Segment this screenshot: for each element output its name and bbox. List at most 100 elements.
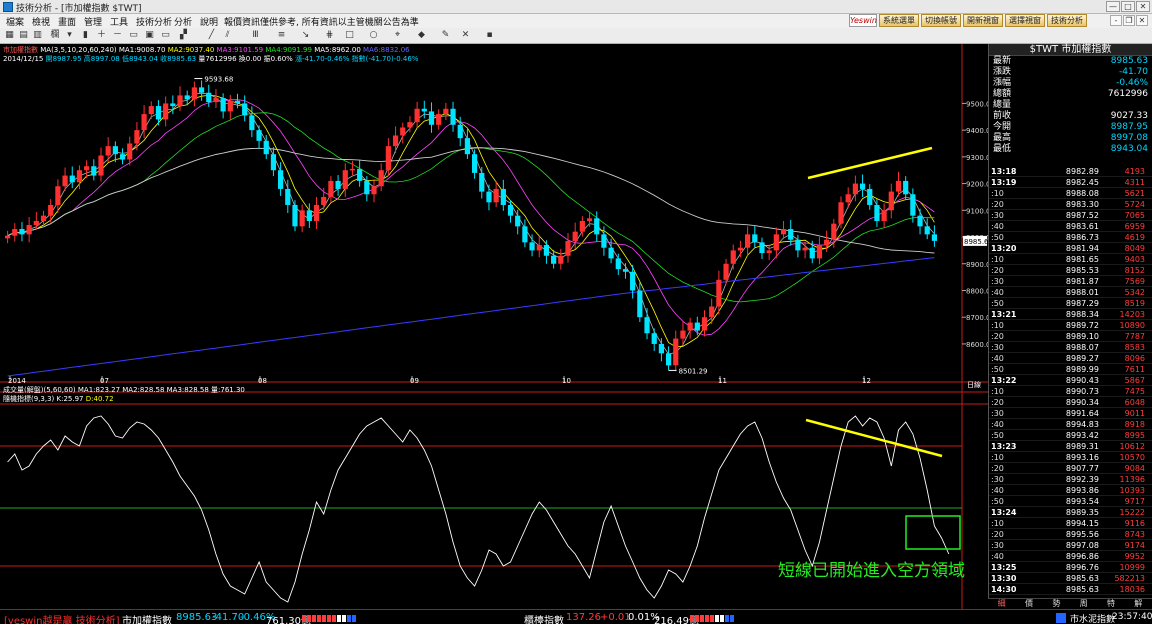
mdi-close-button[interactable]: ✕ — [1136, 15, 1148, 26]
menu-screen[interactable]: 畫面 — [58, 15, 76, 28]
fibonacci-icon[interactable]: ⋕ — [324, 30, 335, 41]
grid-icon[interactable]: ▦ — [4, 30, 15, 41]
grid-lines-icon[interactable]: Ⅲ — [250, 30, 261, 41]
tick-row[interactable]: :20 8995.56 8743 — [989, 529, 1152, 540]
menu-technical[interactable]: 技術分析 — [136, 15, 172, 28]
tick-row[interactable]: 13:23 8989.31 10612 — [989, 441, 1152, 452]
tick-row[interactable]: :20 8985.53 8152 — [989, 265, 1152, 276]
eraser-tool-icon[interactable]: ✕ — [460, 30, 471, 41]
tick-row[interactable]: :50 8993.42 8995 — [989, 430, 1152, 441]
tick-row[interactable]: 13:20 8981.94 8049 — [989, 243, 1152, 254]
line-tool-icon[interactable]: ╱ — [206, 30, 217, 41]
tick-row[interactable]: 13:30 8985.63 582213 — [989, 573, 1152, 584]
tick-row[interactable]: :30 8988.07 8583 — [989, 342, 1152, 353]
tick-row[interactable]: 14:30 8985.63 18036 — [989, 584, 1152, 595]
new-window-button[interactable]: 開新視窗 — [963, 14, 1003, 27]
tick-row[interactable]: :20 8990.34 6048 — [989, 397, 1152, 408]
menu-help[interactable]: 說明 — [200, 15, 218, 28]
tick-row[interactable]: :40 8983.61 6959 — [989, 221, 1152, 232]
text-tool-icon[interactable]: ≡ — [276, 30, 287, 41]
technical-analysis-button[interactable]: 技術分析 — [1047, 14, 1087, 27]
tick-row[interactable]: 13:24 8989.35 15222 — [989, 507, 1152, 518]
menu-manage[interactable]: 管理 — [84, 15, 102, 28]
candle-body — [895, 180, 902, 192]
arrow-tool-icon[interactable]: ↘ — [300, 30, 311, 41]
chart-icon[interactable]: ▥ — [32, 30, 43, 41]
select-window-button[interactable]: 選擇視窗 — [1005, 14, 1045, 27]
tick-volume: 4311 — [1124, 178, 1145, 187]
toolbar: ▦ ▤ ▥ 欄 ▾ ▮ ＋ － ▭ ▣ ▭ ▞ ╱ ⫽ Ⅲ ≡ ↘ ⋕ □ ○ … — [0, 28, 1152, 44]
tick-row[interactable]: 13:25 8996.76 10999 — [989, 562, 1152, 573]
tick-row[interactable]: :10 8993.16 10570 — [989, 452, 1152, 463]
quote-row: 最新 8985.63 — [989, 56, 1152, 67]
zoom-out-icon[interactable]: － — [112, 30, 123, 41]
tick-row[interactable]: :10 8988.08 5621 — [989, 188, 1152, 199]
maximize-button[interactable]: □ — [1121, 1, 1135, 12]
tick-row[interactable]: :40 8988.01 5342 — [989, 287, 1152, 298]
menu-file[interactable]: 檔案 — [6, 15, 24, 28]
candle-body — [76, 170, 83, 183]
menu-view[interactable]: 檢視 — [32, 15, 50, 28]
tick-row[interactable]: :50 8987.29 8519 — [989, 298, 1152, 309]
table-icon[interactable]: ▤ — [18, 30, 29, 41]
chevron-down-icon[interactable]: ▾ — [64, 30, 75, 41]
window-icon-3[interactable]: ▭ — [160, 30, 171, 41]
circle-tool-icon[interactable]: ○ — [368, 30, 379, 41]
draw-icon[interactable]: ▞ — [178, 30, 189, 41]
tick-row[interactable]: :40 8993.86 10393 — [989, 485, 1152, 496]
parallel-tool-icon[interactable]: ⫽ — [222, 30, 233, 41]
tick-row[interactable]: :10 8989.72 10890 — [989, 320, 1152, 331]
menu-analysis[interactable]: 分析 — [174, 15, 192, 28]
period-select[interactable]: 欄 — [48, 30, 62, 41]
tick-row[interactable]: :30 8981.87 7569 — [989, 276, 1152, 287]
menu-tools[interactable]: 工具 — [110, 15, 128, 28]
tick-row[interactable]: :30 8991.64 9011 — [989, 408, 1152, 419]
switch-account-button[interactable]: 切換帳號 — [921, 14, 961, 27]
tick-row[interactable]: :20 8907.77 9084 — [989, 463, 1152, 474]
tick-row[interactable]: :40 8994.83 8918 — [989, 419, 1152, 430]
tick-row[interactable]: 13:18 8982.89 4193 — [989, 166, 1152, 177]
tick-row[interactable]: 13:19 8982.45 4311 — [989, 177, 1152, 188]
tick-row[interactable]: 13:21 8988.34 14203 — [989, 309, 1152, 320]
tick-row[interactable]: :50 8986.73 4619 — [989, 232, 1152, 243]
quote-tab[interactable]: 解 — [1125, 599, 1152, 609]
tick-row[interactable]: :40 8996.86 9952 — [989, 551, 1152, 562]
close-button[interactable]: ✕ — [1136, 1, 1150, 12]
candle-body — [759, 242, 765, 254]
rect-tool-icon[interactable]: □ — [344, 30, 355, 41]
candlestick-chart[interactable]: 9500.09400.09300.09200.09100.09000.08900… — [0, 44, 988, 609]
quote-tab[interactable]: 特 — [1097, 599, 1124, 609]
tick-row[interactable]: :20 8983.30 5724 — [989, 199, 1152, 210]
tick-row[interactable]: 13:22 8990.43 5867 — [989, 375, 1152, 386]
pen-tool-icon[interactable]: ✎ — [440, 30, 451, 41]
tick-row[interactable]: :30 8992.39 11396 — [989, 474, 1152, 485]
save-icon[interactable]: ▪ — [484, 30, 495, 41]
tick-row[interactable]: :10 8994.15 9116 — [989, 518, 1152, 529]
mdi-restore-button[interactable]: ❐ — [1123, 15, 1135, 26]
chart-area[interactable]: 9500.09400.09300.09200.09100.09000.08900… — [0, 44, 988, 609]
tick-row[interactable]: :20 8989.10 7787 — [989, 331, 1152, 342]
candle-icon[interactable]: ▮ — [80, 30, 91, 41]
tick-row[interactable]: :30 8987.52 7065 — [989, 210, 1152, 221]
tick-row[interactable]: :40 8989.27 8096 — [989, 353, 1152, 364]
marker-tool-icon[interactable]: ◆ — [416, 30, 427, 41]
cursor-tool-icon[interactable]: ⌖ — [392, 30, 403, 41]
quote-tab[interactable]: 價 — [1015, 599, 1042, 609]
mdi-minimize-button[interactable]: - — [1110, 15, 1122, 26]
tick-row[interactable]: :10 8981.65 9403 — [989, 254, 1152, 265]
zoom-in-icon[interactable]: ＋ — [96, 30, 107, 41]
system-menu-button[interactable]: 系統選單 — [879, 14, 919, 27]
tick-list[interactable]: 13:18 8982.89 4193 13:19 8982.45 4311:10 8988.… — [989, 166, 1152, 595]
window-icon[interactable]: ▭ — [128, 30, 139, 41]
tick-row[interactable]: :10 8990.73 7475 — [989, 386, 1152, 397]
tick-row[interactable]: :50 8989.99 7611 — [989, 364, 1152, 375]
minimize-button[interactable]: — — [1106, 1, 1120, 12]
tick-row[interactable]: :50 8993.54 9717 — [989, 496, 1152, 507]
candle-body — [903, 180, 909, 195]
quote-tab[interactable]: 周 — [1070, 599, 1097, 609]
window-icon-2[interactable]: ▣ — [144, 30, 155, 41]
tick-row[interactable]: :30 8997.08 9174 — [989, 540, 1152, 551]
quote-tab[interactable]: 勢 — [1043, 599, 1070, 609]
tick-price: 8986.73 — [1065, 233, 1099, 242]
quote-tab[interactable]: 細 — [988, 599, 1015, 609]
